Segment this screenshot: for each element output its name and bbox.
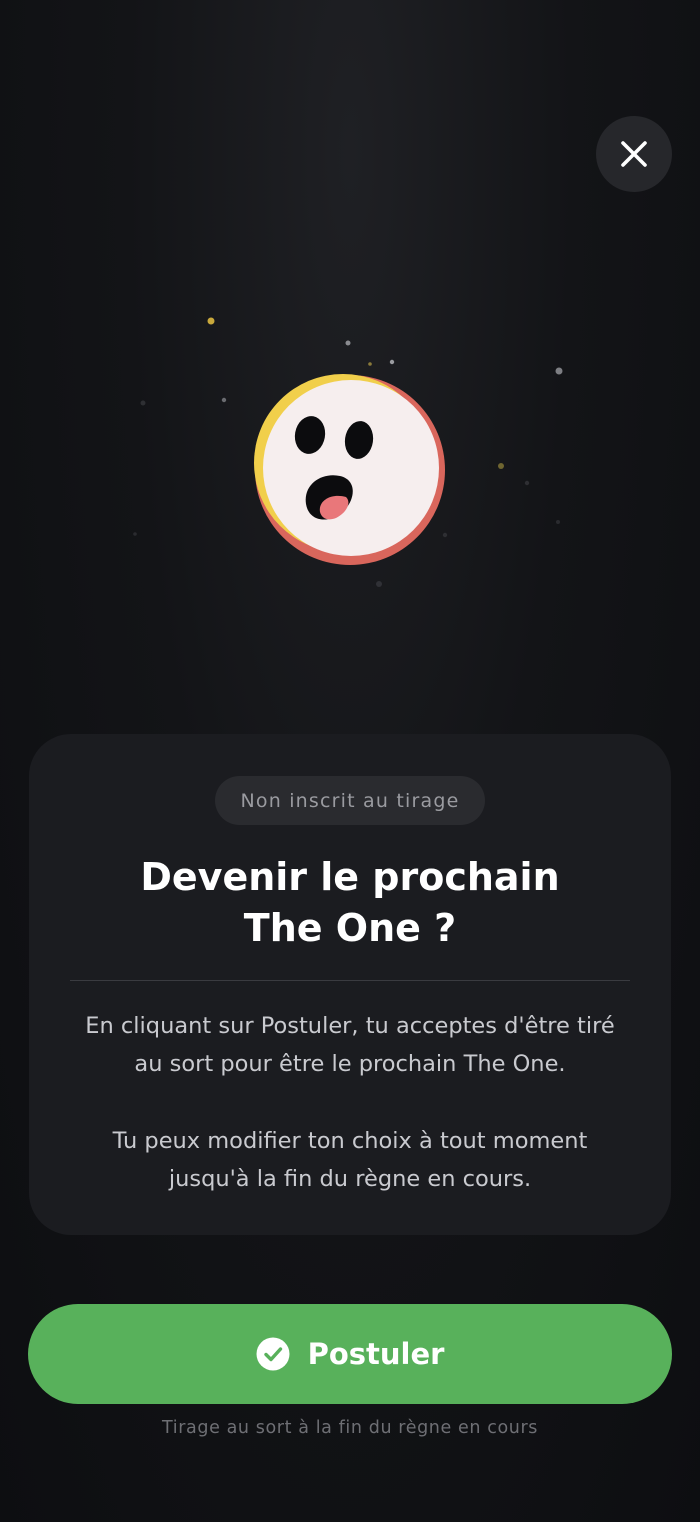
close-icon xyxy=(621,141,647,167)
shocked-face-emoji xyxy=(254,374,445,565)
card-title: Devenir le prochain The One ? xyxy=(29,852,671,954)
title-line-2: The One ? xyxy=(243,906,457,950)
modify-line-2: jusqu'à la fin du règne en cours. xyxy=(168,1166,532,1192)
modify-paragraph: Tu peux modifier ton choix à tout moment… xyxy=(49,1122,651,1198)
terms-paragraph: En cliquant sur Postuler, tu acceptes d'… xyxy=(49,1007,651,1083)
info-card: Non inscrit au tirage Devenir le prochai… xyxy=(29,734,671,1235)
apply-button-label: Postuler xyxy=(307,1337,445,1371)
title-line-1: Devenir le prochain xyxy=(140,855,560,899)
check-circle-icon xyxy=(256,1337,290,1371)
close-button[interactable] xyxy=(596,116,672,192)
hero-illustration xyxy=(100,300,600,600)
modify-line-1: Tu peux modifier ton choix à tout moment xyxy=(112,1128,588,1154)
status-badge: Non inscrit au tirage xyxy=(215,776,485,825)
terms-line-1: En cliquant sur Postuler, tu acceptes d'… xyxy=(85,1013,615,1039)
draw-footnote: Tirage au sort à la fin du règne en cour… xyxy=(162,1418,538,1438)
apply-button[interactable]: Postuler xyxy=(28,1304,672,1404)
terms-line-2: au sort pour être le prochain The One. xyxy=(134,1051,566,1077)
divider xyxy=(70,980,630,981)
